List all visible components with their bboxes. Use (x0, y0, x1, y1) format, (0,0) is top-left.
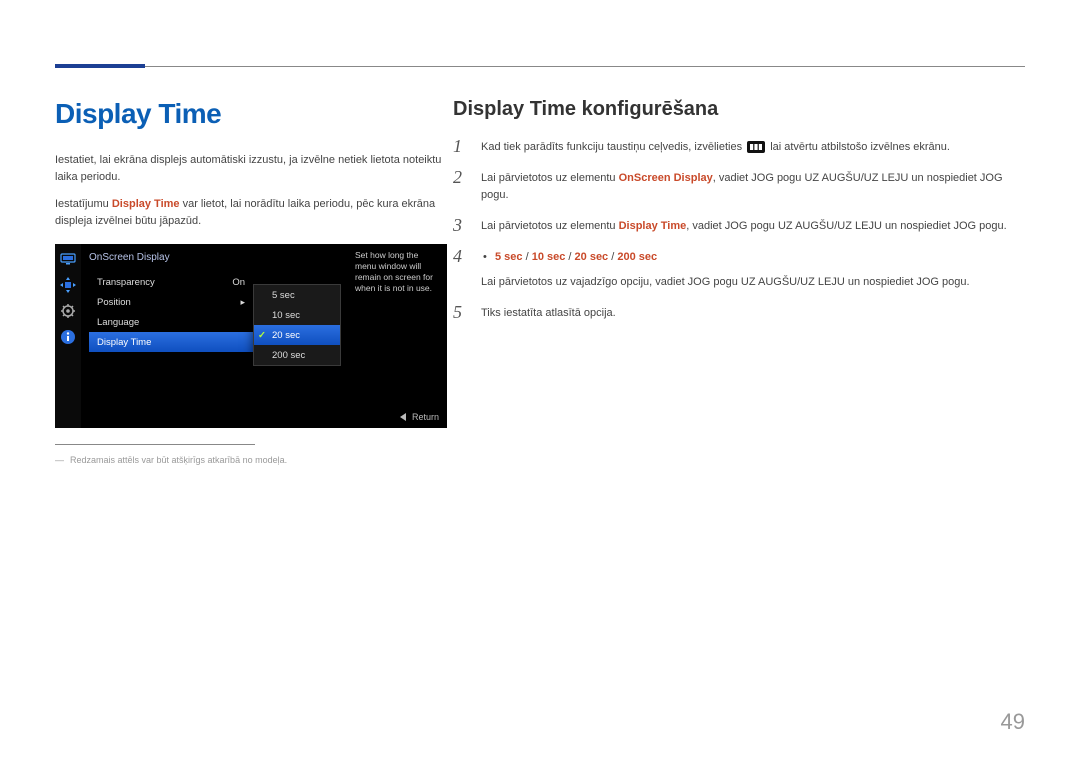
highlight-onscreen-display: OnScreen Display (619, 172, 713, 184)
osd-menu-item-display-time: Display Time (89, 332, 253, 352)
osd-menu-label: Display Time (97, 337, 151, 348)
subsection-heading: Display Time konfigurēšana (453, 98, 1023, 121)
options-line: 5 sec / 10 sec / 20 sec / 200 sec (481, 249, 1023, 266)
step-2: 2 Lai pārvietotos uz elementu OnScreen D… (453, 170, 1023, 204)
move-icon (59, 276, 77, 294)
step-3: 3 Lai pārvietotos uz elementu Display Ti… (453, 218, 1023, 235)
osd-footer: Return (400, 412, 439, 422)
osd-dropdown: 5 sec 10 sec 20 sec 200 sec (253, 284, 341, 366)
step-number: 3 (453, 216, 467, 234)
step-4: 4 5 sec / 10 sec / 20 sec / 200 sec Lai … (453, 249, 1023, 291)
osd-title: OnScreen Display (89, 252, 170, 263)
step-number: 2 (453, 168, 467, 186)
highlight-display-time: Display Time (112, 198, 180, 210)
osd-menu-item-position: Position ▸ (89, 292, 253, 312)
osd-menu: Transparency On Position ▸ Language Disp… (89, 272, 253, 352)
text: Lai pārvietotos uz vajadzīgo opciju, vad… (481, 276, 970, 288)
menu-button-icon (747, 141, 765, 153)
text: Kad tiek parādīts funkciju taustiņu ceļv… (481, 141, 745, 153)
text: Lai pārvietotos uz elementu (481, 220, 619, 232)
osd-footer-label: Return (412, 412, 439, 422)
steps-list: 1 Kad tiek parādīts funkciju taustiņu ce… (453, 139, 1023, 322)
intro-paragraph-1: Iestatiet, lai ekrāna displejs automātis… (55, 152, 447, 186)
text: Iestatījumu (55, 198, 112, 210)
text: Lai pārvietotos uz elementu (481, 172, 619, 184)
step-number: 1 (453, 137, 467, 155)
step-body: Lai pārvietotos uz elementu Display Time… (481, 218, 1023, 235)
option-value: 10 sec (532, 251, 566, 263)
step-body: Tiks iestatīta atlasītā opcija. (481, 305, 1023, 322)
header-rule-accent (55, 64, 145, 68)
footnote: ―Redzamais attēls var būt atšķirīgs atka… (55, 455, 447, 465)
step-body: Kad tiek parādīts funkciju taustiņu ceļv… (481, 139, 1023, 156)
osd-screenshot: OnScreen Display Transparency On Positio… (55, 244, 447, 428)
text: lai atvērtu atbilstošo izvēlnes ekrānu. (767, 141, 950, 153)
step-number: 4 (453, 247, 467, 265)
step-body: Lai pārvietotos uz elementu OnScreen Dis… (481, 170, 1023, 204)
intro-paragraph-2: Iestatījumu Display Time var lietot, lai… (55, 196, 447, 230)
footnote-rule (55, 444, 255, 445)
step-body: 5 sec / 10 sec / 20 sec / 200 sec Lai pā… (481, 249, 1023, 291)
osd-sidebar (55, 244, 81, 428)
option-sep: / (523, 251, 532, 263)
section-heading: Display Time (55, 98, 447, 130)
osd-menu-item-transparency: Transparency On (89, 272, 253, 292)
monitor-icon (59, 250, 77, 268)
highlight-display-time: Display Time (619, 220, 687, 232)
footnote-dash: ― (55, 455, 70, 465)
right-column: Display Time konfigurēšana 1 Kad tiek pa… (453, 98, 1023, 336)
header-rule (55, 66, 1025, 67)
option-value: 20 sec (575, 251, 609, 263)
osd-option: 200 sec (254, 345, 340, 365)
osd-help-text: Set how long the menu window will remain… (355, 250, 441, 294)
info-icon (59, 328, 77, 346)
option-sep: / (565, 251, 574, 263)
option-value: 5 sec (495, 251, 523, 263)
osd-menu-label: Position (97, 297, 131, 308)
option-sep: / (608, 251, 617, 263)
option-value: 200 sec (617, 251, 657, 263)
back-arrow-icon (400, 413, 406, 421)
left-column: Display Time Iestatiet, lai ekrāna displ… (55, 98, 447, 465)
step-number: 5 (453, 303, 467, 321)
osd-menu-value: On (232, 277, 245, 288)
osd-menu-label: Transparency (97, 277, 155, 288)
footnote-text: Redzamais attēls var būt atšķirīgs atkar… (70, 455, 287, 465)
text: , vadiet JOG pogu UZ AUGŠU/UZ LEJU un no… (686, 220, 1006, 232)
gear-icon (59, 302, 77, 320)
osd-option: 10 sec (254, 305, 340, 325)
step-5: 5 Tiks iestatīta atlasītā opcija. (453, 305, 1023, 322)
step-1: 1 Kad tiek parādīts funkciju taustiņu ce… (453, 139, 1023, 156)
osd-option-selected: 20 sec (254, 325, 340, 345)
chevron-right-icon: ▸ (240, 297, 245, 308)
page-number: 49 (1001, 709, 1025, 735)
osd-menu-label: Language (97, 317, 139, 328)
osd-menu-item-language: Language (89, 312, 253, 332)
osd-option: 5 sec (254, 285, 340, 305)
